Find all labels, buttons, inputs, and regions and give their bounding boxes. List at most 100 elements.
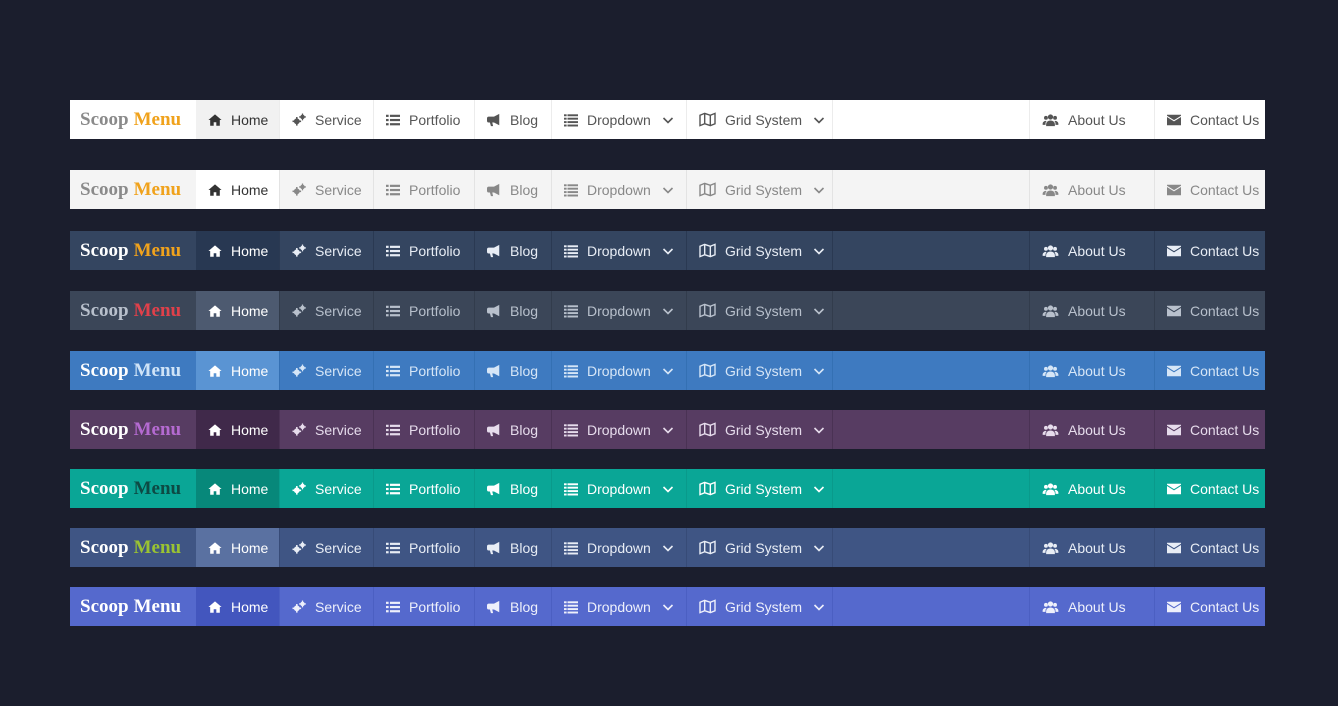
nav-item-dropdown[interactable]: Dropdown [552,231,687,270]
brand-logo[interactable]: Scoop Menu [70,100,196,139]
nav-item-portfolio[interactable]: Portfolio [374,291,475,330]
nav-item-dropdown[interactable]: Dropdown [552,351,687,390]
nav-item-blog[interactable]: Blog [475,291,552,330]
nav-item-label: About Us [1068,302,1126,319]
brand-logo[interactable]: Scoop Menu [70,231,196,270]
nav-item-contact-us[interactable]: Contact Us [1155,351,1265,390]
nav-item-about-us[interactable]: About Us [1029,469,1155,508]
nav-item-service[interactable]: Service [280,100,374,139]
nav-item-label: Blog [510,111,539,128]
nav-item-portfolio[interactable]: Portfolio [374,100,475,139]
nav-item-home[interactable]: Home [196,170,280,209]
nav-item-contact-us[interactable]: Contact Us [1155,170,1265,209]
nav-item-portfolio[interactable]: Portfolio [374,410,475,449]
nav-item-blog[interactable]: Blog [475,100,552,139]
nav-item-contact-us[interactable]: Contact Us [1155,587,1265,626]
nav-item-dropdown[interactable]: Dropdown [552,469,687,508]
brand-logo[interactable]: Scoop Menu [70,170,196,209]
nav-item-blog[interactable]: Blog [475,587,552,626]
nav-item-blog[interactable]: Blog [475,528,552,567]
nav-item-grid-system[interactable]: Grid System [687,291,833,330]
nav-item-about-us[interactable]: About Us [1029,528,1155,567]
brand-logo[interactable]: Scoop Menu [70,587,196,626]
nav-item-home[interactable]: Home [196,469,280,508]
nav-item-portfolio[interactable]: Portfolio [374,231,475,270]
nav-item-blog[interactable]: Blog [475,170,552,209]
nav-item-home[interactable]: Home [196,351,280,390]
nav-item-service[interactable]: Service [280,469,374,508]
nav-item-contact-us[interactable]: Contact Us [1155,100,1265,139]
cogs-icon [292,244,315,258]
nav-item-about-us[interactable]: About Us [1029,170,1155,209]
nav-item-portfolio[interactable]: Portfolio [374,528,475,567]
users-icon [1042,244,1068,258]
nav-item-grid-system[interactable]: Grid System [687,587,833,626]
nav-item-service[interactable]: Service [280,291,374,330]
nav-item-about-us[interactable]: About Us [1029,100,1155,139]
nav-item-blog[interactable]: Blog [475,469,552,508]
nav-item-grid-system[interactable]: Grid System [687,528,833,567]
nav-item-blog[interactable]: Blog [475,410,552,449]
nav-item-about-us[interactable]: About Us [1029,231,1155,270]
nav-item-dropdown[interactable]: Dropdown [552,410,687,449]
nav-item-portfolio[interactable]: Portfolio [374,469,475,508]
home-icon [208,423,231,437]
cogs-icon [292,304,315,318]
nav-item-about-us[interactable]: About Us [1029,291,1155,330]
nav-item-grid-system[interactable]: Grid System [687,100,833,139]
nav-item-contact-us[interactable]: Contact Us [1155,410,1265,449]
brand-logo[interactable]: Scoop Menu [70,410,196,449]
nav-item-service[interactable]: Service [280,410,374,449]
nav-item-grid-system[interactable]: Grid System [687,410,833,449]
nav-item-grid-system[interactable]: Grid System [687,351,833,390]
envelope-icon [1167,113,1190,127]
brand-logo[interactable]: Scoop Menu [70,291,196,330]
nav-item-home[interactable]: Home [196,231,280,270]
nav-item-service[interactable]: Service [280,351,374,390]
brand-logo[interactable]: Scoop Menu [70,469,196,508]
nav-item-about-us[interactable]: About Us [1029,351,1155,390]
nav-item-dropdown[interactable]: Dropdown [552,170,687,209]
brand-logo[interactable]: Scoop Menu [70,528,196,567]
nav-item-home[interactable]: Home [196,410,280,449]
nav-item-contact-us[interactable]: Contact Us [1155,528,1265,567]
list-icon [386,113,409,127]
nav-item-dropdown[interactable]: Dropdown [552,528,687,567]
nav-item-dropdown[interactable]: Dropdown [552,291,687,330]
list-icon [386,364,409,378]
nav-item-label: Contact Us [1190,362,1260,379]
nav-item-portfolio[interactable]: Portfolio [374,587,475,626]
nav-item-about-us[interactable]: About Us [1029,410,1155,449]
nav-item-blog[interactable]: Blog [475,231,552,270]
nav-item-grid-system[interactable]: Grid System [687,170,833,209]
nav-item-dropdown[interactable]: Dropdown [552,100,687,139]
nav-item-home[interactable]: Home [196,528,280,567]
list-alt-icon [564,423,587,437]
nav-item-contact-us[interactable]: Contact Us [1155,469,1265,508]
nav-item-blog[interactable]: Blog [475,351,552,390]
nav-item-service[interactable]: Service [280,528,374,567]
nav-item-service[interactable]: Service [280,170,374,209]
nav-item-contact-us[interactable]: Contact Us [1155,291,1265,330]
nav-item-dropdown[interactable]: Dropdown [552,587,687,626]
nav-item-portfolio[interactable]: Portfolio [374,351,475,390]
chevron-down-icon [662,116,673,124]
bullhorn-icon [487,600,510,614]
nav-item-about-us[interactable]: About Us [1029,587,1155,626]
map-icon [699,112,725,127]
chevron-down-icon [662,485,673,493]
cogs-icon [292,183,315,197]
nav-item-home[interactable]: Home [196,587,280,626]
nav-item-label: Home [231,362,269,379]
nav-item-grid-system[interactable]: Grid System [687,231,833,270]
nav-item-portfolio[interactable]: Portfolio [374,170,475,209]
nav-item-grid-system[interactable]: Grid System [687,469,833,508]
nav-item-home[interactable]: Home [196,291,280,330]
nav-item-home[interactable]: Home [196,100,280,139]
brand-logo[interactable]: Scoop Menu [70,351,196,390]
list-alt-icon [564,541,587,555]
nav-item-service[interactable]: Service [280,231,374,270]
nav-item-contact-us[interactable]: Contact Us [1155,231,1265,270]
nav-item-label: About Us [1068,242,1126,259]
nav-item-service[interactable]: Service [280,587,374,626]
